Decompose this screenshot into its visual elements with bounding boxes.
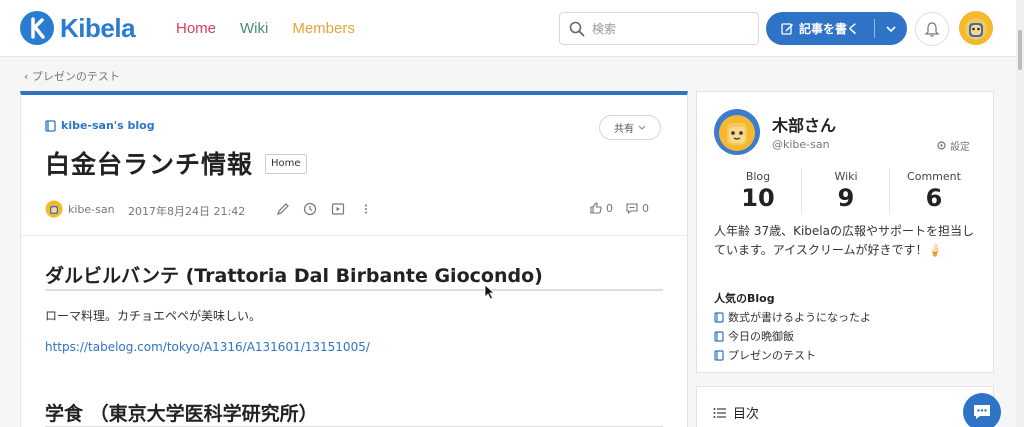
nav-home[interactable]: Home [176, 20, 216, 37]
notebook-icon [45, 119, 56, 132]
top-header: Kibela Home Wiki Members 記事を書く [0, 0, 1024, 57]
like-button[interactable]: 0 [589, 201, 613, 215]
popular-blog-label: プレゼンのテスト [728, 349, 816, 362]
author-avatar[interactable] [45, 200, 63, 218]
popular-blog-item[interactable]: プレゼンのテスト [714, 347, 816, 363]
user-avatar[interactable] [958, 10, 994, 46]
popular-blog-item[interactable]: 数式が書けるようになったよ [714, 309, 871, 325]
edit-icon [781, 23, 793, 35]
profile-handle: @kibe-san [772, 138, 830, 151]
breadcrumb[interactable]: ‹ プレゼンのテスト [24, 68, 120, 84]
divider [21, 235, 687, 236]
comment-icon [626, 203, 638, 215]
stat-wiki[interactable]: Wiki 9 [802, 170, 890, 212]
share-button[interactable]: 共有 [599, 115, 661, 140]
section-text: ローマ料理。カチョエペペが美味しい。 [45, 309, 262, 323]
profile-name: 木部さん [772, 116, 837, 135]
heading-underline [45, 289, 663, 291]
mouse-cursor-icon [484, 284, 496, 300]
search-box [559, 12, 759, 45]
stat-value: 6 [925, 184, 943, 212]
nav-wiki[interactable]: Wiki [240, 20, 268, 37]
profile-card: 木部さん @kibe-san 設定 Blog 10 Wiki 9 Comment… [696, 91, 994, 373]
stat-label: Comment [907, 170, 961, 183]
blog-name: kibe-san's blog [61, 119, 155, 132]
section-heading: 学食 （東京大学医科学研究所） [45, 403, 318, 425]
presentation-icon[interactable] [330, 201, 346, 217]
notebook-icon [714, 330, 724, 342]
chevron-down-icon [638, 125, 646, 130]
bell-icon [924, 21, 940, 37]
write-post-button: 記事を書く [766, 12, 907, 45]
popular-blog-title: 人気のBlog [714, 292, 775, 305]
gear-icon [937, 141, 946, 150]
search-input[interactable] [592, 19, 752, 39]
profile-bio: 人年齢 37歳、Kibelaの広報やサポートを担当しています。アイスクリームが好… [714, 224, 974, 257]
notebook-icon [714, 349, 724, 361]
profile-avatar[interactable] [713, 108, 761, 156]
like-count: 0 [606, 201, 613, 215]
comment-count: 0 [642, 201, 649, 215]
tabelog-link[interactable]: https://tabelog.com/tokyo/A1316/A131601/… [45, 340, 370, 354]
post-title: 白金台ランチ情報 [45, 150, 254, 179]
post-date: 2017年8月24日 21:42 [128, 205, 246, 218]
more-icon[interactable] [358, 201, 374, 217]
main-nav: Home Wiki Members [176, 0, 379, 57]
write-post-dropdown[interactable] [875, 12, 907, 45]
list-icon [713, 407, 726, 418]
pencil-icon[interactable] [275, 201, 291, 217]
author-name[interactable]: kibe-san [68, 203, 115, 216]
chevron-down-icon [886, 25, 896, 32]
section-heading: ダルビルバンテ (Trattoria Dal Birbante Giocondo… [45, 265, 543, 287]
table-of-contents: 目次 [696, 386, 994, 427]
write-post-main[interactable]: 記事を書く [766, 12, 874, 45]
popular-blog-item[interactable]: 今日の晩御飯 [714, 328, 794, 344]
stat-label: Blog [745, 170, 771, 183]
stat-comment[interactable]: Comment 6 [890, 170, 978, 212]
blog-link[interactable]: kibe-san's blog [45, 119, 155, 132]
toc-title[interactable]: 目次 [713, 403, 759, 422]
nav-members[interactable]: Members [292, 20, 355, 37]
profile-settings-link[interactable]: 設定 [936, 138, 970, 153]
post-card: kibe-san's blog 共有 白金台ランチ情報 Home kibe-sa… [20, 91, 688, 427]
chat-button[interactable] [963, 393, 1001, 427]
settings-label: 設定 [950, 142, 970, 153]
popular-blog-label: 数式が書けるようになったよ [728, 311, 871, 324]
toc-label: 目次 [733, 407, 760, 422]
kibela-logo-icon [20, 11, 54, 45]
stat-label: Wiki [834, 170, 858, 183]
post-meta: kibe-san 2017年8月24日 21:42 0 0 [45, 199, 665, 219]
stat-value: 9 [837, 184, 855, 212]
stat-value: 10 [741, 184, 775, 212]
thumbs-up-icon [590, 202, 602, 214]
folder-tag[interactable]: Home [265, 154, 307, 174]
chat-bubble-icon [974, 405, 990, 419]
kibela-logo[interactable]: Kibela [20, 11, 136, 45]
notebook-icon [714, 311, 724, 323]
share-label: 共有 [614, 124, 634, 135]
logo-text: Kibela [60, 12, 136, 43]
history-icon[interactable] [302, 201, 318, 217]
popular-blog-label: 今日の晩御飯 [728, 330, 794, 343]
notifications-button[interactable] [915, 12, 949, 46]
stat-blog[interactable]: Blog 10 [714, 170, 802, 212]
write-post-label: 記事を書く [798, 22, 859, 36]
scrollbar-thumb[interactable] [1018, 30, 1022, 70]
comment-button[interactable]: 0 [625, 201, 649, 215]
search-icon [569, 21, 585, 37]
